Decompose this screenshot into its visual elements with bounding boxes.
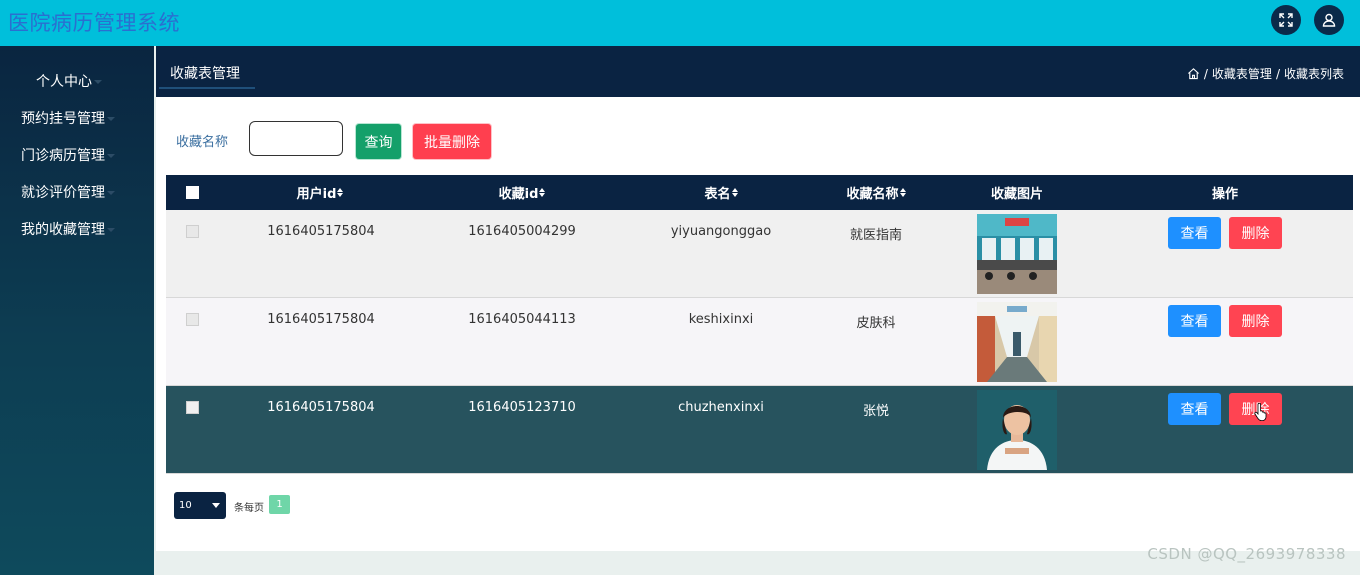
favorites-table: 用户id 收藏id 表名 收藏名称 收藏图片 操作 1616405175804 … <box>166 175 1353 474</box>
table-row[interactable]: 1616405175804 1616405004299 yiyuangongga… <box>166 210 1353 298</box>
delete-button[interactable]: 删除 <box>1229 305 1282 337</box>
cell-fav-id: 1616405004299 <box>468 224 576 239</box>
chevron-down-icon <box>107 228 115 232</box>
column-header-actions: 操作 <box>1211 187 1238 202</box>
row-checkbox[interactable] <box>186 401 199 414</box>
sort-icon[interactable] <box>337 188 344 197</box>
column-header-table-name[interactable]: 表名 <box>671 175 771 210</box>
chevron-down-icon <box>212 503 220 508</box>
sidebar-item-personal-center[interactable]: 个人中心 <box>0 66 154 96</box>
breadcrumb-separator: / <box>1275 66 1280 81</box>
sort-icon[interactable] <box>731 188 738 197</box>
user-button[interactable] <box>1314 5 1344 35</box>
watermark: CSDN @QQ_2693978338 <box>1147 545 1346 563</box>
sidebar-item-label: 我的收藏管理 <box>21 222 105 238</box>
pointer-cursor-icon <box>1254 403 1267 421</box>
cell-table-name: chuzhenxinxi <box>678 400 764 415</box>
tab-underline <box>159 87 255 89</box>
fullscreen-button[interactable] <box>1271 5 1301 35</box>
sidebar-item-visit-evaluation[interactable]: 就诊评价管理 <box>0 177 154 207</box>
checkbox[interactable] <box>185 186 199 199</box>
thumbnail-hospital-hall <box>977 214 1057 294</box>
cell-fav-name: 就医指南 <box>849 228 902 243</box>
cell-user-id: 1616405175804 <box>267 224 375 239</box>
view-button[interactable]: 查看 <box>1168 393 1221 425</box>
page-size-select[interactable]: 10 <box>174 492 226 519</box>
sidebar-item-outpatient-records[interactable]: 门诊病历管理 <box>0 140 154 170</box>
cell-user-id: 1616405175804 <box>267 312 375 327</box>
cell-fav-name: 张悦 <box>862 404 889 419</box>
table-header: 用户id 收藏id 表名 收藏名称 收藏图片 操作 <box>166 175 1353 210</box>
batch-delete-button[interactable]: 批量删除 <box>413 124 491 159</box>
breadcrumb-item-favorites-list: 收藏表列表 <box>1283 67 1344 81</box>
sidebar: 个人中心 预约挂号管理 门诊病历管理 就诊评价管理 我的收藏管理 <box>0 46 154 575</box>
chevron-down-icon <box>94 80 102 84</box>
sidebar-item-label: 门诊病历管理 <box>21 148 105 164</box>
fullscreen-icon <box>1279 13 1293 27</box>
per-page-label: 条每页 <box>234 503 264 514</box>
row-checkbox[interactable] <box>186 313 199 326</box>
cell-table-name: keshixinxi <box>688 312 754 327</box>
sort-icon[interactable] <box>539 188 546 197</box>
top-bar: 医院病历管理系统 <box>0 0 1360 46</box>
sidebar-item-label: 预约挂号管理 <box>21 111 105 127</box>
sidebar-item-my-favorites[interactable]: 我的收藏管理 <box>0 214 154 244</box>
search-label: 收藏名称 <box>176 135 229 150</box>
breadcrumb-item-favorites-management[interactable]: 收藏表管理 <box>1212 65 1272 82</box>
table-row[interactable]: 1616405175804 1616405123710 chuzhenxinxi… <box>166 386 1353 474</box>
cell-fav-name: 皮肤科 <box>856 316 896 331</box>
tab-favorites-management[interactable]: 收藏表管理 <box>170 63 240 83</box>
delete-button[interactable]: 删除 <box>1229 217 1282 249</box>
breadcrumb: / 收藏表管理 / 收藏表列表 <box>1187 65 1344 82</box>
chevron-down-icon <box>107 191 115 195</box>
cell-user-id: 1616405175804 <box>267 400 375 415</box>
column-header-fav-name[interactable]: 收藏名称 <box>826 175 926 210</box>
column-header-fav-id[interactable]: 收藏id <box>472 175 572 210</box>
user-icon <box>1322 13 1336 27</box>
thumbnail-hospital-corridor <box>977 302 1057 382</box>
search-input[interactable] <box>249 121 343 156</box>
chevron-down-icon <box>107 117 115 121</box>
table-row[interactable]: 1616405175804 1616405044113 keshixinxi 皮… <box>166 298 1353 386</box>
cell-fav-id: 1616405044113 <box>468 312 576 327</box>
content-panel: 收藏名称 查询 批量删除 用户id 收藏id 表名 收藏名称 收藏图片 操作 1… <box>156 97 1360 551</box>
app-title: 医院病历管理系统 <box>8 11 180 35</box>
main-header: 收藏表管理 / 收藏表管理 / 收藏表列表 <box>156 46 1360 97</box>
chevron-down-icon <box>107 154 115 158</box>
sidebar-item-appointment[interactable]: 预约挂号管理 <box>0 103 154 133</box>
home-icon[interactable] <box>1187 67 1200 80</box>
column-header-fav-image: 收藏图片 <box>990 187 1043 202</box>
breadcrumb-separator: / <box>1203 66 1208 81</box>
column-header-user-id[interactable]: 用户id <box>270 175 370 210</box>
view-button[interactable]: 查看 <box>1168 217 1221 249</box>
sort-icon[interactable] <box>899 188 906 197</box>
page-button-current[interactable]: 1 <box>269 495 290 514</box>
sidebar-item-label: 个人中心 <box>36 74 92 90</box>
row-checkbox[interactable] <box>186 225 199 238</box>
view-button[interactable]: 查看 <box>1168 305 1221 337</box>
query-button[interactable]: 查询 <box>356 124 401 159</box>
cell-table-name: yiyuangonggao <box>670 224 772 239</box>
thumbnail-doctor-portrait <box>977 390 1057 470</box>
cell-fav-id: 1616405123710 <box>468 400 576 415</box>
select-all-checkbox[interactable] <box>182 175 202 210</box>
sidebar-item-label: 就诊评价管理 <box>21 185 105 201</box>
